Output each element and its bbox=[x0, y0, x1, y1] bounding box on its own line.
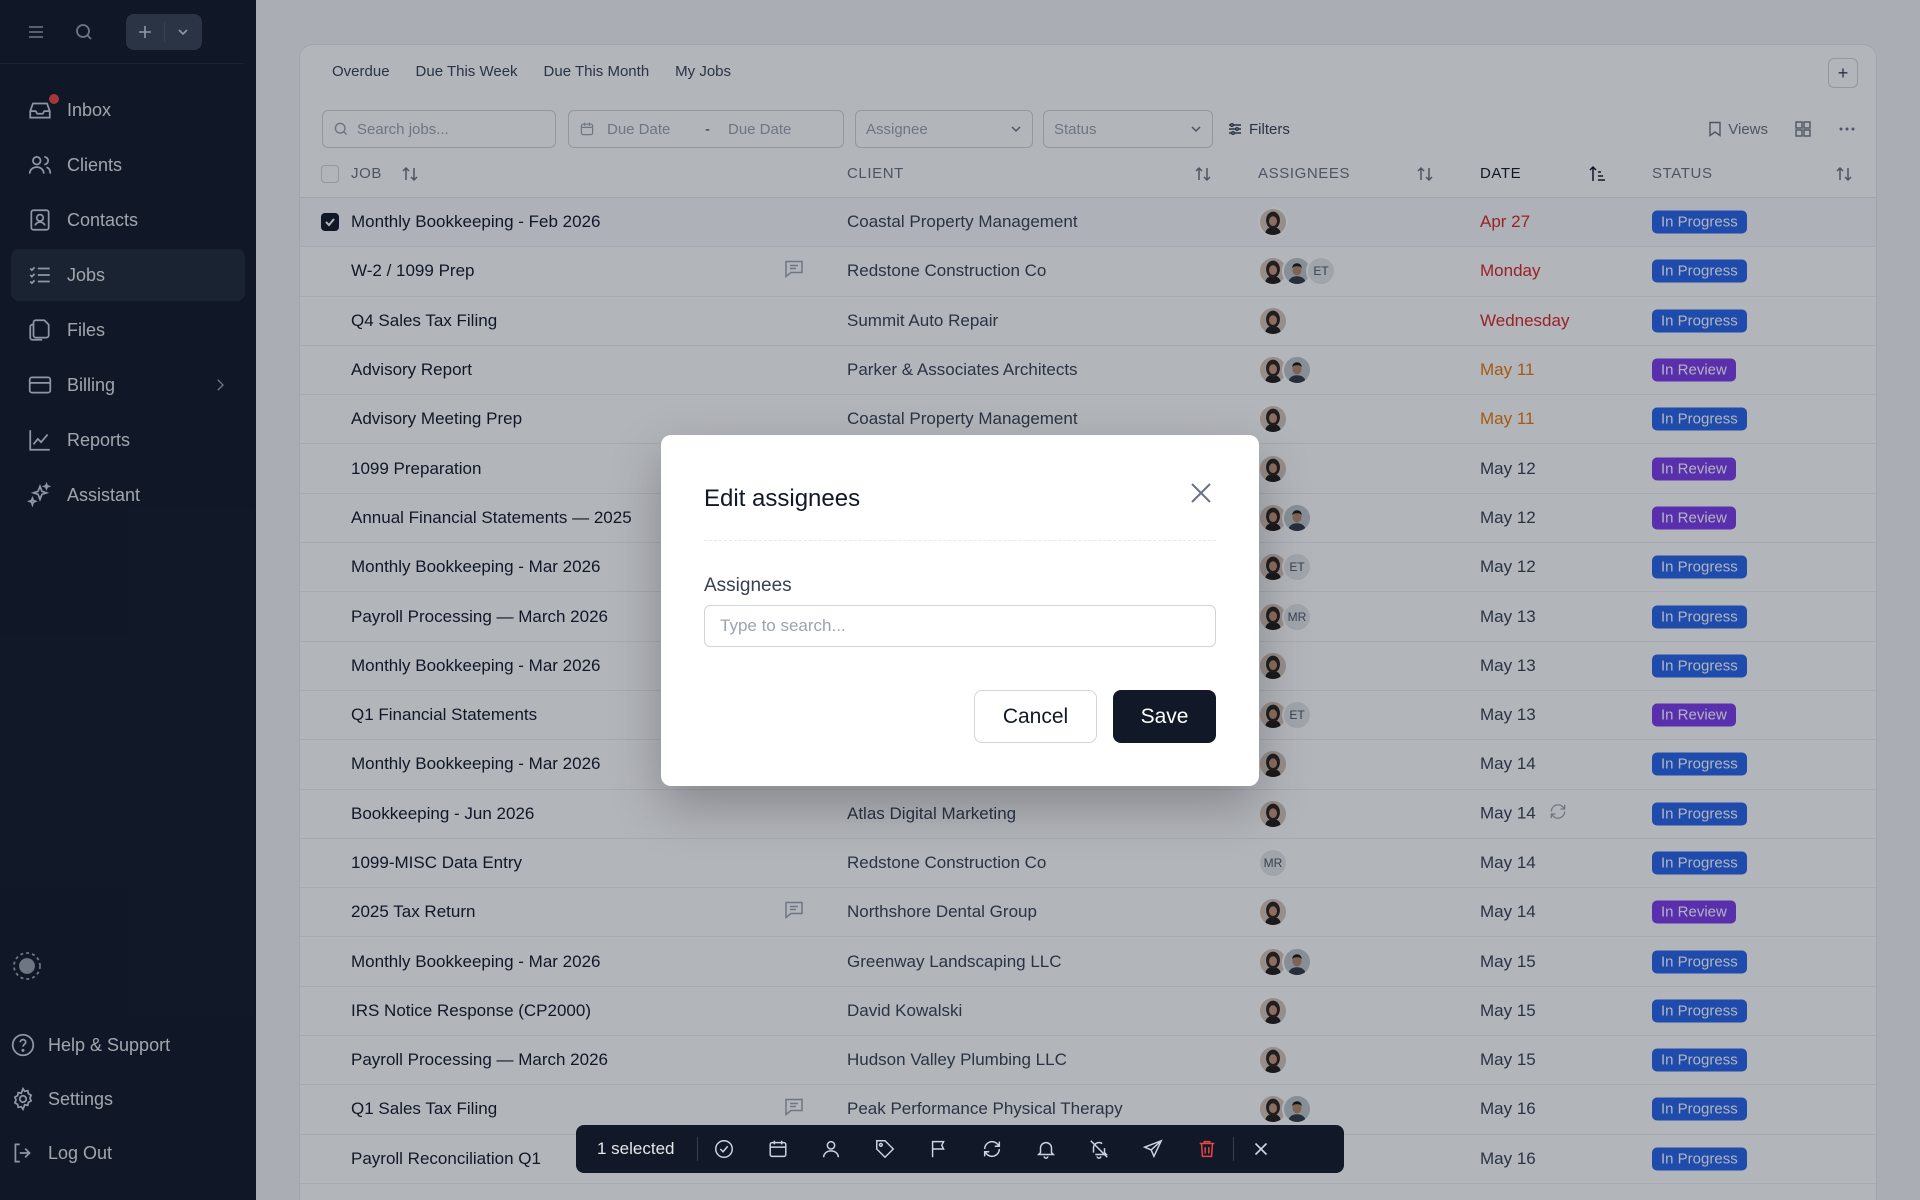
bell-icon bbox=[1036, 1141, 1055, 1159]
flag-icon bbox=[931, 1140, 945, 1158]
refresh-icon bbox=[984, 1140, 1001, 1158]
set-date-button[interactable] bbox=[751, 1138, 805, 1160]
mute-button[interactable] bbox=[1073, 1138, 1127, 1160]
close-icon bbox=[1255, 1142, 1268, 1156]
cancel-button[interactable]: Cancel bbox=[974, 690, 1097, 743]
mark-complete-button[interactable] bbox=[698, 1138, 752, 1160]
assignee-search-input[interactable] bbox=[704, 605, 1216, 647]
dialog-title: Edit assignees bbox=[704, 485, 861, 512]
check-circle-icon bbox=[715, 1140, 734, 1158]
send-button[interactable] bbox=[1126, 1138, 1180, 1160]
recurring-button[interactable] bbox=[965, 1138, 1019, 1160]
priority-button[interactable] bbox=[912, 1138, 966, 1160]
send-icon bbox=[1142, 1139, 1163, 1159]
delete-button[interactable] bbox=[1180, 1138, 1234, 1160]
trash-icon bbox=[1199, 1140, 1214, 1158]
user-icon bbox=[823, 1140, 840, 1158]
tag-button[interactable] bbox=[858, 1138, 912, 1160]
assign-button[interactable] bbox=[805, 1138, 859, 1160]
calendar-icon bbox=[769, 1140, 787, 1158]
reminder-button[interactable] bbox=[1019, 1138, 1073, 1160]
clear-selection-button[interactable] bbox=[1234, 1138, 1288, 1160]
close-icon[interactable] bbox=[1187, 479, 1215, 507]
divider bbox=[704, 540, 1216, 541]
bulk-action-bar: 1 selected bbox=[576, 1125, 1344, 1173]
edit-assignees-dialog: Edit assignees Assignees Cancel Save bbox=[661, 435, 1259, 786]
bell-off-icon bbox=[1090, 1140, 1109, 1159]
save-button[interactable]: Save bbox=[1113, 690, 1216, 743]
tag-icon bbox=[876, 1140, 895, 1159]
assignees-label: Assignees bbox=[704, 575, 792, 596]
selection-count: 1 selected bbox=[597, 1139, 675, 1158]
